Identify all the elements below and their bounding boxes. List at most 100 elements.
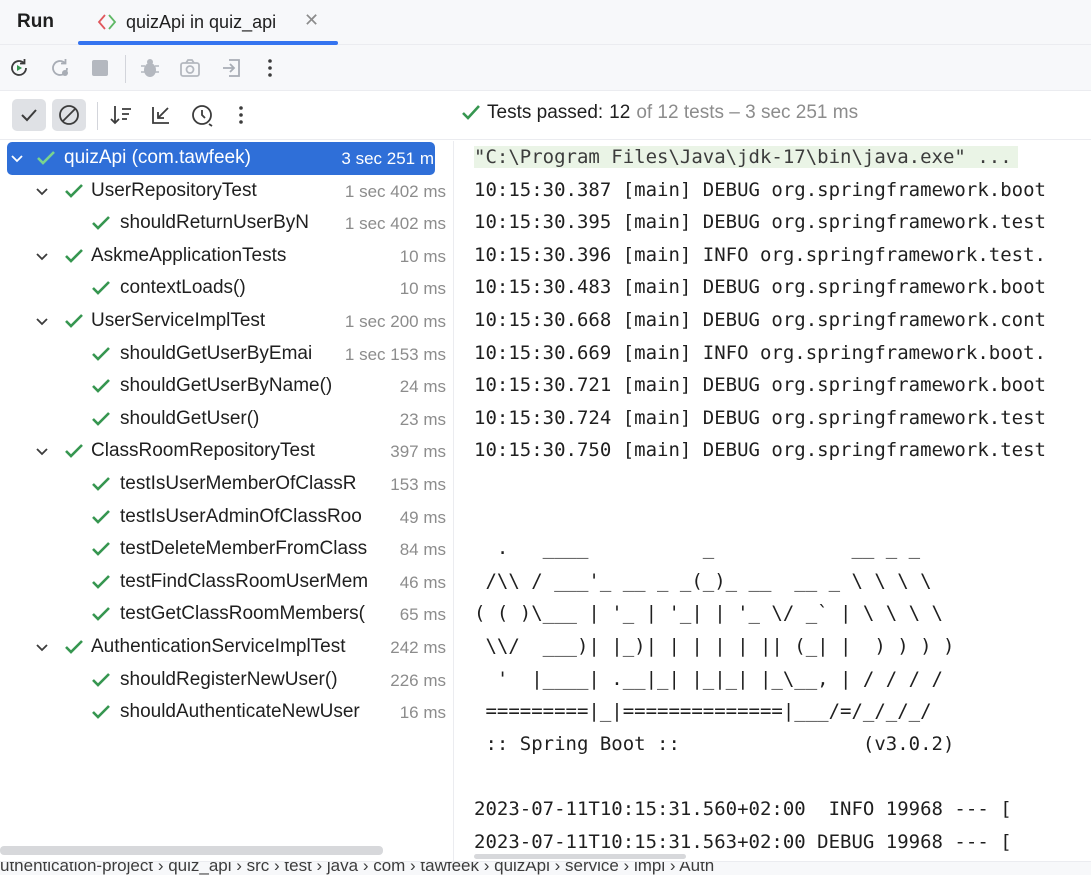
test-name: shouldAuthenticateNewUser xyxy=(120,701,360,723)
test-name: testFindClassRoomUserMem xyxy=(120,570,369,592)
test-duration: 24 ms xyxy=(399,377,446,397)
tab-label: quizApi in quiz_api xyxy=(126,12,277,32)
test-name: UserRepositoryTest xyxy=(91,179,257,201)
test-name: UserServiceImplTest xyxy=(91,310,266,331)
passed-check-icon xyxy=(65,248,83,263)
chevron-down-icon[interactable] xyxy=(9,150,25,166)
console-output[interactable]: "C:\Program Files\Java\jdk-17\bin\java.e… xyxy=(455,141,1091,861)
test-class-row[interactable]: AuthenticationServiceImplTest 242 ms xyxy=(0,631,453,664)
test-name: shouldRegisterNewUser() xyxy=(120,668,338,690)
test-method-row[interactable]: testIsUserAdminOfClassRoo 49 ms xyxy=(0,501,453,534)
test-name: shouldGetUser() xyxy=(120,407,260,429)
breadcrumb[interactable]: uthentication-project › quiz_api › src ›… xyxy=(0,862,714,875)
close-icon[interactable]: ✕ xyxy=(304,10,319,31)
test-method-row[interactable]: shouldGetUserByName() 24 ms xyxy=(0,370,453,403)
test-name: shouldReturnUserByN xyxy=(120,212,310,234)
test-duration: 16 ms xyxy=(399,703,446,723)
more-vertical-icon[interactable] xyxy=(228,102,254,128)
console-line: ' |____| .__|_| |_|_| |_\__, | / / / / xyxy=(474,667,943,690)
test-method-row[interactable]: testIsUserMemberOfClassR 153 ms xyxy=(0,468,453,501)
toolbar-divider xyxy=(125,55,126,83)
passed-check-icon xyxy=(92,574,110,589)
console-line: ( ( )\___ | '_ | '_| | '_ \/ _` | \ \ \ … xyxy=(474,602,943,625)
passed-check-icon xyxy=(92,346,110,361)
console-line: 10:15:30.483 [main] DEBUG org.springfram… xyxy=(474,276,1046,299)
chevron-down-icon[interactable] xyxy=(34,313,50,329)
passed-check-icon xyxy=(92,216,110,231)
passed-check-icon xyxy=(92,411,110,426)
rerun-failed-icon[interactable] xyxy=(47,55,73,81)
test-method-row[interactable]: contextLoads() 10 ms xyxy=(0,272,453,305)
exit-icon[interactable] xyxy=(219,55,245,81)
console-line: 2023-07-11T10:15:31.560+02:00 INFO 19968… xyxy=(474,798,1012,820)
test-method-row[interactable]: shouldReturnUserByN 1 sec 402 ms xyxy=(0,207,453,240)
test-name: shouldGetUserByName() xyxy=(120,375,333,397)
passed-check-icon xyxy=(65,640,83,654)
passed-check-icon xyxy=(92,477,110,491)
show-passed-toggle[interactable] xyxy=(12,99,46,131)
chevron-down-icon[interactable] xyxy=(34,183,50,199)
test-name: shouldGetUserByEmai xyxy=(120,342,313,364)
tree-horizontal-scrollbar[interactable] xyxy=(0,846,383,855)
test-class-row[interactable]: ClassRoomRepositoryTest 397 ms xyxy=(0,435,453,468)
passed-check-icon xyxy=(37,151,55,165)
stop-icon[interactable] xyxy=(87,55,113,81)
test-method-row[interactable]: testFindClassRoomUserMem 46 ms xyxy=(0,566,453,599)
chevron-down-icon[interactable] xyxy=(34,639,50,655)
rerun-icon[interactable] xyxy=(6,55,32,81)
console-horizontal-scrollbar[interactable] xyxy=(474,854,686,859)
collapse-icon[interactable] xyxy=(148,102,174,128)
passed-check-icon xyxy=(92,705,110,720)
test-root-row[interactable]: quizApi (com.tawfeek) 3 sec 251 m xyxy=(0,142,453,175)
console-line: /\\ / ___'_ __ _ _(_)_ __ __ _ \ \ \ \ xyxy=(474,569,932,592)
test-duration: 84 ms xyxy=(399,540,446,560)
test-name: AskmeApplicationTests xyxy=(91,244,287,266)
test-method-row[interactable]: testDeleteMemberFromClass 84 ms xyxy=(0,533,453,566)
test-method-row[interactable]: shouldGetUser() 23 ms xyxy=(0,403,453,436)
test-duration: 46 ms xyxy=(399,572,446,592)
show-passed-icon xyxy=(21,109,37,122)
tab-run-configuration[interactable]: quizApi in quiz_api ✕ xyxy=(78,0,338,45)
console-line: 10:15:30.669 [main] INFO org.springframe… xyxy=(474,341,1046,364)
test-class-row[interactable]: UserRepositoryTest 1 sec 402 ms xyxy=(0,175,453,208)
console-line: 10:15:30.721 [main] DEBUG org.springfram… xyxy=(474,374,1046,397)
console-line: 10:15:30.750 [main] DEBUG org.springfram… xyxy=(474,439,1046,462)
console-line: 10:15:30.668 [main] DEBUG org.springfram… xyxy=(474,309,1046,331)
sort-icon[interactable] xyxy=(108,102,134,128)
status-prefix: Tests passed: xyxy=(487,102,604,123)
test-config-icon xyxy=(97,14,117,30)
chevron-down-icon[interactable] xyxy=(34,248,50,264)
history-icon[interactable] xyxy=(189,102,215,128)
chevron-down-icon[interactable] xyxy=(34,443,50,459)
test-duration: 1 sec 402 ms xyxy=(344,181,446,201)
test-method-row[interactable]: shouldGetUserByEmai 1 sec 153 ms xyxy=(0,338,453,371)
test-duration: 10 ms xyxy=(399,279,446,299)
debug-icon[interactable] xyxy=(137,55,163,81)
test-class-row[interactable]: UserServiceImplTest 1 sec 200 ms xyxy=(0,305,453,338)
console-line: 10:15:30.396 [main] INFO org.springframe… xyxy=(474,243,1046,266)
passed-count: 12 xyxy=(609,102,631,123)
console-line: =========|_|==============|___/=/_/_/_/ xyxy=(474,700,932,723)
console-line: :: Spring Boot :: (v3.0.2) xyxy=(474,732,955,755)
passed-check-icon xyxy=(92,607,110,622)
run-tool-window-title: Run xyxy=(17,11,54,32)
test-name: ClassRoomRepositoryTest xyxy=(91,440,315,462)
more-vertical-icon[interactable] xyxy=(257,55,283,81)
show-ignored-toggle[interactable] xyxy=(52,99,86,131)
test-method-row[interactable]: shouldRegisterNewUser() 226 ms xyxy=(0,664,453,697)
test-duration: 1 sec 402 ms xyxy=(344,214,446,234)
status-bar: uthentication-project › quiz_api › src ›… xyxy=(0,861,1091,875)
console-line: 10:15:30.387 [main] DEBUG org.springfram… xyxy=(474,178,1046,201)
passed-check-icon xyxy=(65,314,83,328)
test-class-row[interactable]: AskmeApplicationTests 10 ms xyxy=(0,240,453,273)
screenshot-icon[interactable] xyxy=(177,55,203,81)
test-method-row[interactable]: testGetClassRoomMembers(65 ms xyxy=(0,598,453,631)
test-name: quizApi (com.tawfeek) xyxy=(64,147,251,168)
tool-window-header: Run quizApi in quiz_api ✕ xyxy=(0,0,1091,45)
test-duration: 49 ms xyxy=(399,507,446,527)
test-method-row[interactable]: shouldAuthenticateNewUser 16 ms xyxy=(0,696,453,729)
test-status-summary: Tests passed: 12 of 12 tests – 3 sec 251… xyxy=(461,102,858,124)
passed-check-icon xyxy=(92,542,110,557)
passed-check-icon xyxy=(92,281,110,296)
console-command-line: "C:\Program Files\Java\jdk-17\bin\java.e… xyxy=(474,146,1018,168)
